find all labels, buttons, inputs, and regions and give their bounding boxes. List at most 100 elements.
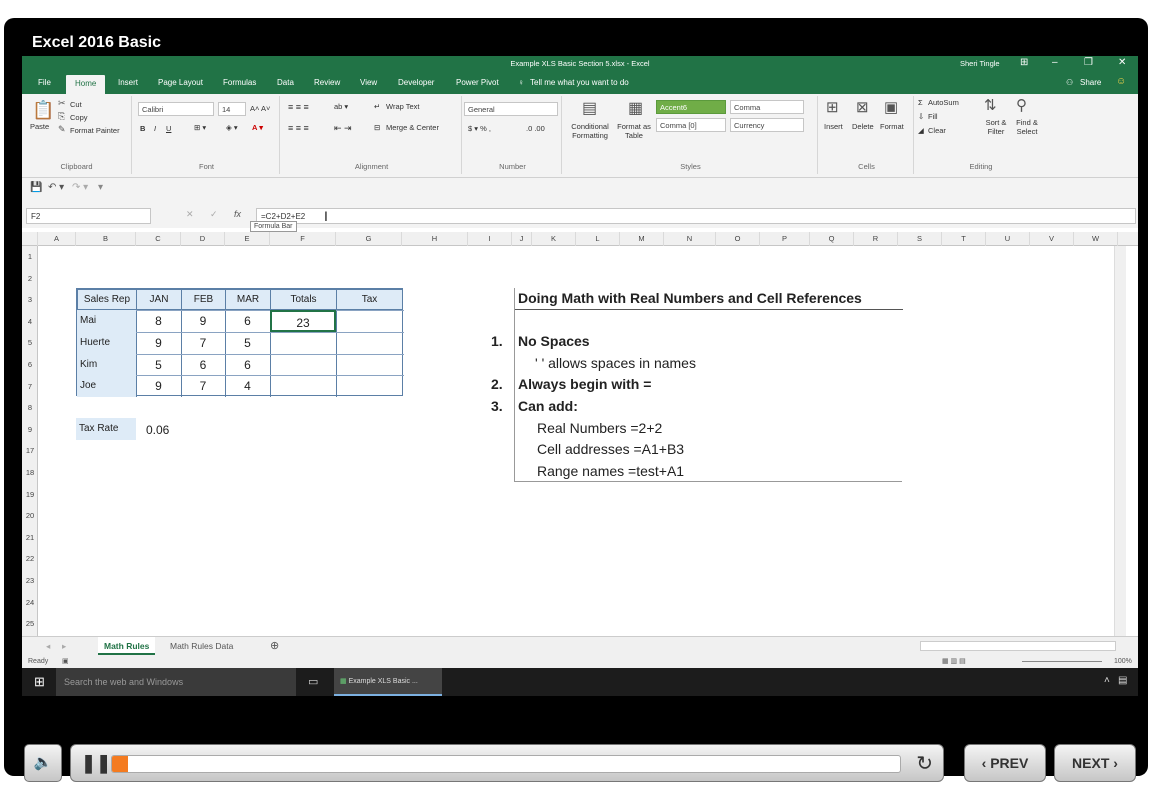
merge-icon[interactable]: ⊟ bbox=[374, 123, 380, 132]
column-header[interactable]: A bbox=[38, 232, 76, 246]
column-header[interactable]: O bbox=[716, 232, 760, 246]
column-header[interactable]: W bbox=[1074, 232, 1118, 246]
row-header[interactable]: 17 bbox=[22, 446, 38, 455]
tab-view[interactable]: View bbox=[360, 78, 377, 87]
column-header[interactable]: F bbox=[270, 232, 336, 246]
progress-track[interactable] bbox=[111, 755, 901, 773]
cell-name[interactable]: Kim bbox=[77, 354, 136, 376]
clear-button[interactable]: Clear bbox=[928, 126, 946, 135]
column-header[interactable]: G bbox=[336, 232, 402, 246]
zoom-slider[interactable] bbox=[1022, 661, 1102, 662]
find-select-button[interactable]: Find & Select bbox=[1010, 118, 1044, 136]
zoom-level[interactable]: 100% bbox=[1114, 658, 1132, 665]
copy-icon[interactable]: ⎘ bbox=[58, 111, 65, 122]
column-header[interactable]: V bbox=[1030, 232, 1074, 246]
formula-input[interactable]: =C2+D2+E2 bbox=[256, 208, 1136, 224]
conditional-formatting-button[interactable]: Conditional Formatting bbox=[564, 122, 616, 140]
note-text[interactable]: Can add: bbox=[518, 398, 578, 414]
enter-icon[interactable]: ✓ bbox=[210, 209, 218, 220]
volume-icon[interactable]: 🔈 bbox=[24, 744, 62, 782]
underline-icon[interactable]: U bbox=[166, 124, 171, 133]
sheet-tab-math-rules-data[interactable]: Math Rules Data bbox=[164, 637, 239, 655]
cell-mar[interactable]: 5 bbox=[225, 332, 270, 354]
row-header[interactable]: 8 bbox=[22, 403, 38, 412]
task-view-icon[interactable]: ▭ bbox=[308, 675, 318, 688]
worksheet-grid[interactable]: Sales Rep JAN FEB MAR Totals Tax Mai 8 9… bbox=[38, 246, 1126, 638]
cell-name[interactable]: Mai bbox=[77, 310, 136, 332]
font-color-icon[interactable]: A ▾ bbox=[252, 123, 263, 132]
bold-icon[interactable]: B bbox=[140, 124, 145, 133]
delete-button[interactable]: Delete bbox=[852, 122, 874, 131]
format-cells-icon[interactable]: ▣ bbox=[884, 98, 898, 116]
next-button[interactable]: NEXT › bbox=[1054, 744, 1136, 782]
header-sales-rep[interactable]: Sales Rep bbox=[77, 289, 137, 310]
sort-filter-icon[interactable]: ⇅ bbox=[984, 96, 997, 114]
note-sub[interactable]: Real Numbers =2+2 bbox=[537, 420, 662, 436]
cell-feb[interactable]: 7 bbox=[181, 332, 225, 354]
font-size-select[interactable]: 14 bbox=[218, 102, 246, 116]
tab-file[interactable]: File bbox=[38, 78, 51, 87]
share-button[interactable]: Share bbox=[1080, 78, 1101, 87]
cancel-icon[interactable]: ✕ bbox=[186, 209, 194, 220]
column-header[interactable]: P bbox=[760, 232, 810, 246]
fill-color-icon[interactable]: ◈ ▾ bbox=[226, 123, 238, 132]
view-normal-icon[interactable]: ▦ ▥ ▤ bbox=[942, 657, 966, 665]
add-sheet-icon[interactable]: ⊕ bbox=[264, 637, 285, 655]
active-cell-total[interactable]: 23 bbox=[270, 310, 336, 332]
paste-button[interactable]: Paste bbox=[30, 122, 49, 131]
fill-icon[interactable]: ⇩ bbox=[918, 112, 924, 121]
header-jan[interactable]: JAN bbox=[136, 289, 182, 310]
column-header[interactable]: D bbox=[181, 232, 225, 246]
fill-button[interactable]: Fill bbox=[928, 112, 938, 121]
autosum-icon[interactable]: Σ bbox=[918, 98, 923, 107]
row-header[interactable]: 24 bbox=[22, 598, 38, 607]
close-icon[interactable]: ✕ bbox=[1118, 57, 1126, 68]
column-header[interactable]: T bbox=[942, 232, 986, 246]
column-header[interactable]: L bbox=[576, 232, 620, 246]
tray-chevron-icon[interactable]: ˄ bbox=[1104, 675, 1110, 686]
note-sub[interactable]: Cell addresses =A1+B3 bbox=[537, 441, 684, 457]
decimal-icon[interactable]: .0 .00 bbox=[526, 124, 545, 133]
tab-review[interactable]: Review bbox=[314, 78, 340, 87]
indent-icon[interactable]: ⇤ ⇥ bbox=[334, 123, 352, 134]
row-header[interactable]: 19 bbox=[22, 490, 38, 499]
row-header[interactable]: 21 bbox=[22, 533, 38, 542]
column-header[interactable]: K bbox=[532, 232, 576, 246]
style-currency[interactable]: Currency bbox=[730, 118, 804, 132]
insert-cells-icon[interactable]: ⊞ bbox=[826, 98, 839, 116]
italic-icon[interactable]: I bbox=[154, 124, 156, 133]
delete-cells-icon[interactable]: ⊠ bbox=[856, 98, 869, 116]
cell-name[interactable]: Joe bbox=[77, 375, 136, 397]
format-button[interactable]: Format bbox=[880, 122, 904, 131]
column-header[interactable]: B bbox=[76, 232, 136, 246]
conditional-format-icon[interactable]: ▤ bbox=[582, 98, 597, 118]
column-header[interactable]: R bbox=[854, 232, 898, 246]
row-header[interactable]: 9 bbox=[22, 425, 38, 434]
select-all-corner[interactable] bbox=[22, 232, 38, 246]
eraser-icon[interactable]: ◢ bbox=[918, 126, 924, 135]
tell-me-search[interactable]: Tell me what you want to do bbox=[530, 78, 629, 87]
macro-record-icon[interactable]: ▣ bbox=[62, 657, 69, 665]
insert-function-icon[interactable]: fx bbox=[234, 209, 241, 219]
insert-button[interactable]: Insert bbox=[824, 122, 843, 131]
format-table-icon[interactable]: ▦ bbox=[628, 98, 643, 118]
align-top-icon[interactable]: ≡ ≡ ≡ bbox=[288, 102, 309, 112]
note-text[interactable]: Always begin with = bbox=[518, 376, 651, 392]
tab-developer[interactable]: Developer bbox=[398, 78, 434, 87]
row-header[interactable]: 1 bbox=[22, 252, 38, 261]
tab-home[interactable]: Home bbox=[66, 75, 106, 94]
tab-page-layout[interactable]: Page Layout bbox=[158, 78, 203, 87]
header-totals[interactable]: Totals bbox=[270, 289, 337, 310]
column-header[interactable]: M bbox=[620, 232, 664, 246]
cell-feb[interactable]: 6 bbox=[181, 354, 225, 376]
row-header[interactable]: 5 bbox=[22, 338, 38, 347]
style-accent6[interactable]: Accent6 bbox=[656, 100, 726, 114]
header-tax[interactable]: Tax bbox=[336, 289, 403, 310]
column-header[interactable]: J bbox=[512, 232, 532, 246]
column-header[interactable]: Q bbox=[810, 232, 854, 246]
column-header[interactable]: S bbox=[898, 232, 942, 246]
column-header[interactable]: E bbox=[225, 232, 270, 246]
taskbar-search[interactable]: Search the web and Windows bbox=[56, 668, 296, 696]
cell-jan[interactable]: 8 bbox=[136, 310, 181, 332]
tax-rate-value[interactable]: 0.06 bbox=[146, 423, 169, 437]
